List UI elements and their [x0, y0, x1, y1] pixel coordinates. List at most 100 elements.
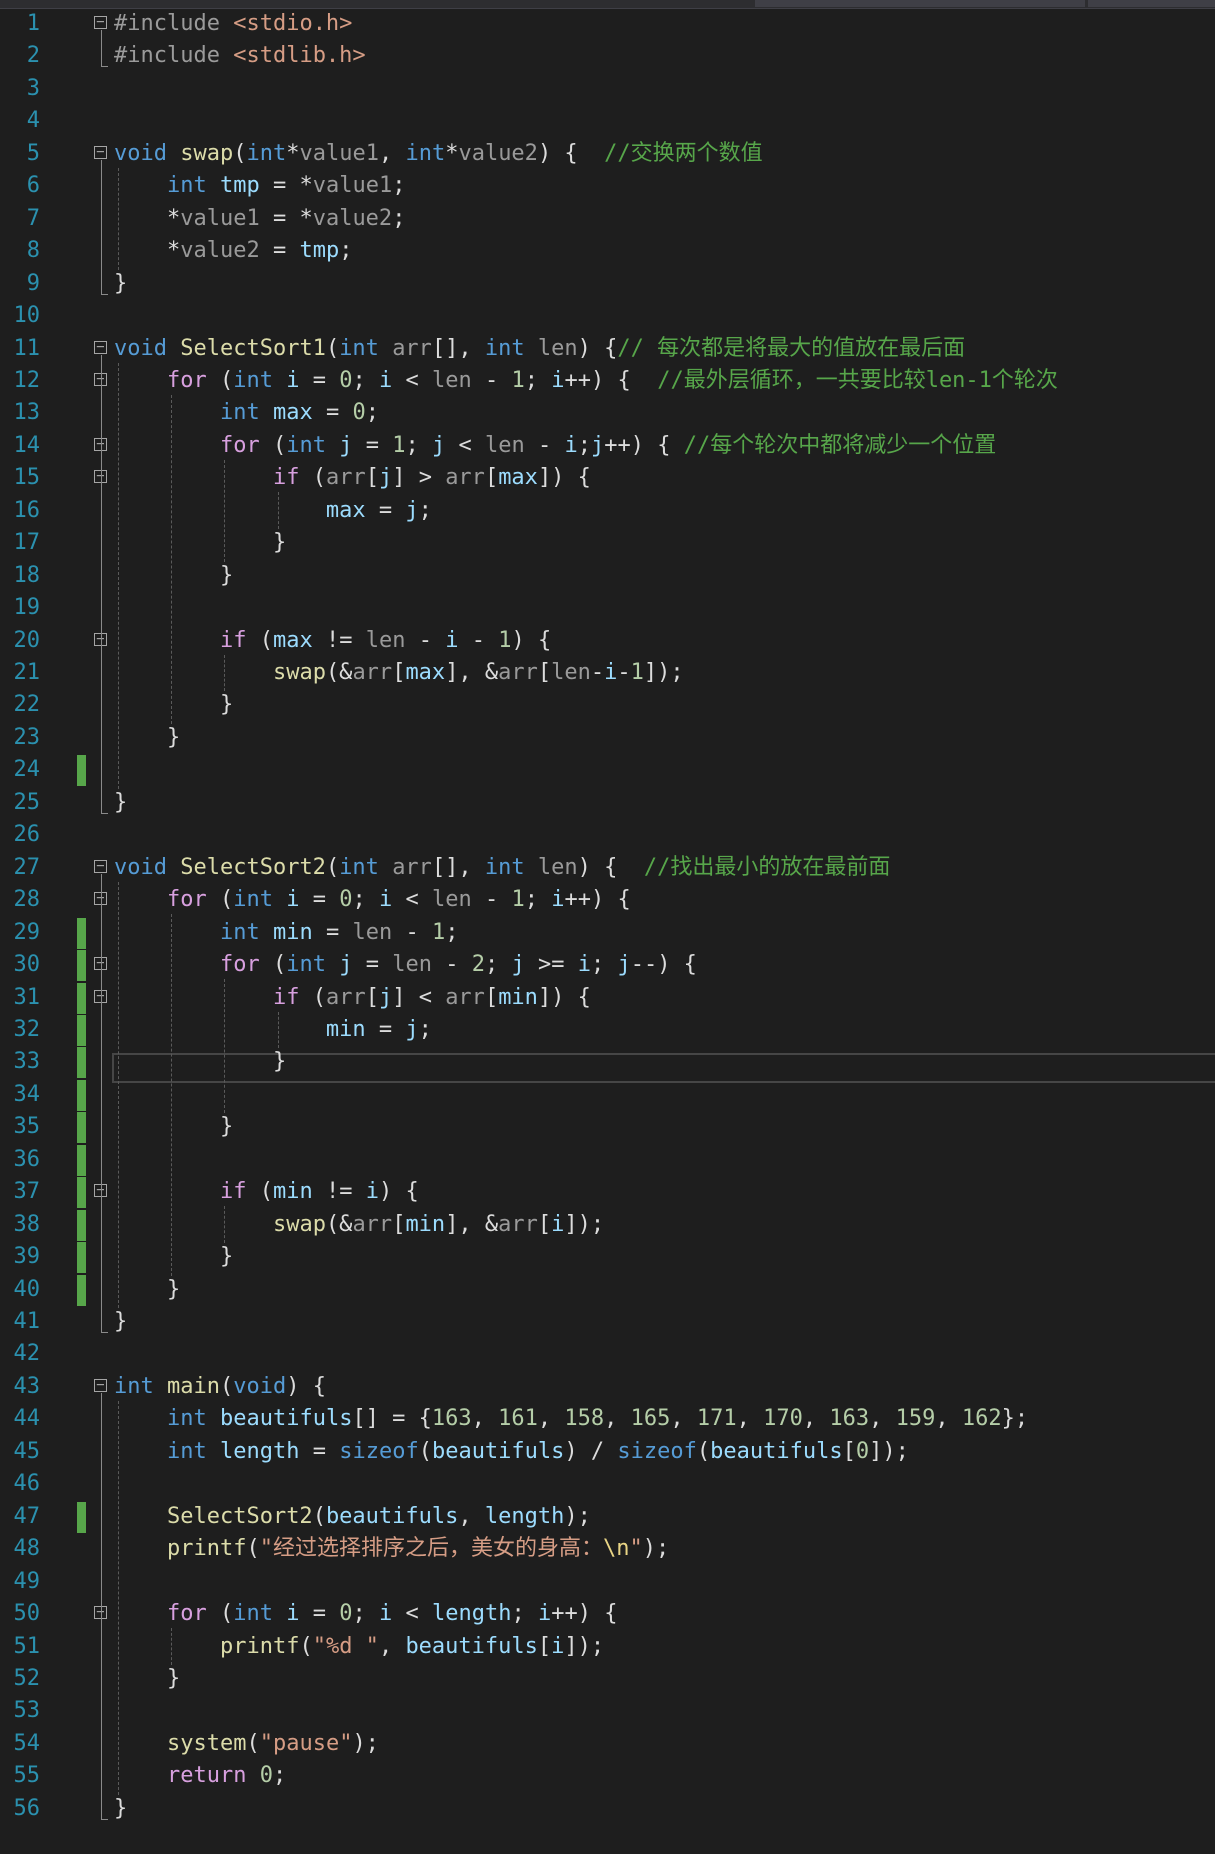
code-line[interactable]: 27− void SelectSort2(int arr[], int len) … [0, 852, 1215, 884]
code-line[interactable]: 47 SelectSort2(beautifuls, length); [0, 1501, 1215, 1533]
code-line[interactable]: 2 #include <stdlib.h> [0, 40, 1215, 72]
code-text[interactable]: if (arr[j] > arr[max]) { [114, 462, 591, 494]
code-line[interactable]: 53 [0, 1695, 1215, 1727]
code-text[interactable]: max = j; [114, 495, 432, 527]
code-line[interactable]: 25} [0, 787, 1215, 819]
code-text[interactable]: void SelectSort2(int arr[], int len) { /… [114, 852, 890, 884]
code-line[interactable]: 26 [0, 819, 1215, 851]
code-line[interactable]: 10 [0, 300, 1215, 332]
code-text[interactable]: } [114, 1306, 127, 1338]
code-line[interactable]: 33 } [0, 1046, 1215, 1079]
code-line[interactable]: 28− for (int i = 0; i < len - 1; i++) { [0, 884, 1215, 916]
code-line[interactable]: 31− if (arr[j] < arr[min]) { [0, 982, 1215, 1014]
code-line[interactable]: 45 int length = sizeof(beautifuls) / siz… [0, 1436, 1215, 1468]
code-line[interactable]: 18 } [0, 560, 1215, 592]
code-text[interactable]: int min = len - 1; [114, 917, 459, 949]
collapse-minus-icon[interactable]: − [94, 15, 107, 29]
code-line[interactable]: 20− if (max != len - i - 1) { [0, 625, 1215, 657]
code-line[interactable]: 46 [0, 1468, 1215, 1500]
code-text[interactable]: void swap(int*value1, int*value2) { //交换… [114, 138, 763, 170]
code-text[interactable]: int tmp = *value1; [114, 170, 405, 202]
code-line[interactable]: 41} [0, 1306, 1215, 1338]
code-line[interactable]: 44 int beautifuls[] = {163, 161, 158, 16… [0, 1403, 1215, 1435]
code-line[interactable]: 16 max = j; [0, 495, 1215, 527]
code-line[interactable]: 52 } [0, 1663, 1215, 1695]
code-text[interactable]: } [114, 1793, 127, 1825]
code-line[interactable]: 43 − int main(void) { [0, 1371, 1215, 1403]
code-line[interactable]: 56} [0, 1793, 1215, 1825]
code-line[interactable]: 32 min = j; [0, 1014, 1215, 1046]
code-text[interactable]: if (max != len - i - 1) { [114, 625, 551, 657]
code-text[interactable]: SelectSort2(beautifuls, length); [114, 1501, 591, 1533]
code-line[interactable]: 55 return 0; [0, 1760, 1215, 1792]
code-line[interactable]: 50− for (int i = 0; i < length; i++) { [0, 1598, 1215, 1630]
code-text[interactable]: } [114, 1241, 233, 1273]
code-line[interactable]: 51 printf("%d ", beautifuls[i]); [0, 1631, 1215, 1663]
code-text[interactable]: for (int i = 0; i < length; i++) { [114, 1598, 617, 1630]
code-text[interactable]: } [114, 1046, 286, 1078]
code-text[interactable]: } [114, 689, 233, 721]
code-text[interactable]: #include <stdlib.h> [114, 40, 366, 72]
code-line[interactable]: 14− for (int j = 1; j < len - i;j++) { /… [0, 430, 1215, 462]
code-line[interactable]: 15− if (arr[j] > arr[max]) { [0, 462, 1215, 494]
code-text[interactable]: #include <stdio.h> [114, 8, 352, 40]
navigation-dropdown[interactable] [1088, 0, 1215, 7]
code-line[interactable]: 8 *value2 = tmp; [0, 235, 1215, 267]
code-text[interactable]: int main(void) { [114, 1371, 326, 1403]
code-line[interactable]: 36 [0, 1144, 1215, 1176]
code-text[interactable]: int length = sizeof(beautifuls) / sizeof… [114, 1436, 909, 1468]
collapse-minus-icon[interactable]: − [94, 340, 107, 354]
code-line[interactable]: 7 *value1 = *value2; [0, 203, 1215, 235]
code-text[interactable]: } [114, 560, 233, 592]
code-text[interactable]: for (int i = 0; i < len - 1; i++) { //最外… [114, 365, 1058, 397]
code-line[interactable]: 1 − #include <stdio.h> [0, 8, 1215, 40]
code-text[interactable]: min = j; [114, 1014, 432, 1046]
code-line[interactable]: 29 int min = len - 1; [0, 917, 1215, 949]
code-text[interactable]: if (arr[j] < arr[min]) { [114, 982, 591, 1014]
code-line[interactable]: 49 [0, 1566, 1215, 1598]
code-line[interactable]: 4 [0, 105, 1215, 137]
code-line[interactable]: 21 swap(&arr[max], &arr[len-i-1]); [0, 657, 1215, 689]
code-text[interactable]: printf("经过选择排序之后，美女的身高：\n"); [114, 1533, 669, 1565]
code-line[interactable]: 17 } [0, 527, 1215, 559]
code-text[interactable]: } [114, 527, 286, 559]
code-line[interactable]: 13 int max = 0; [0, 397, 1215, 429]
code-line[interactable]: 9} [0, 268, 1215, 300]
code-line[interactable]: 3 [0, 73, 1215, 105]
code-line[interactable]: 35 } [0, 1111, 1215, 1144]
code-line[interactable]: 34 [0, 1079, 1215, 1111]
code-text[interactable]: swap(&arr[max], &arr[len-i-1]); [114, 657, 684, 689]
code-line[interactable]: 24 [0, 754, 1215, 787]
code-line[interactable]: 22 } [0, 689, 1215, 721]
code-text[interactable]: swap(&arr[min], &arr[i]); [114, 1209, 604, 1241]
collapse-minus-icon[interactable]: − [94, 145, 107, 159]
code-text[interactable]: return 0; [114, 1760, 286, 1792]
code-line[interactable]: 48 printf("经过选择排序之后，美女的身高：\n"); [0, 1533, 1215, 1565]
code-text[interactable]: } [114, 722, 180, 754]
code-text[interactable]: for (int j = 1; j < len - i;j++) { //每个轮… [114, 430, 996, 462]
code-line[interactable]: 54 system("pause"); [0, 1728, 1215, 1760]
code-editor[interactable]: 1− #include <stdio.h> 2 #include <stdlib.h>… [0, 8, 1215, 1854]
code-line[interactable]: 37− if (min != i) { [0, 1176, 1215, 1209]
code-text[interactable]: } [114, 1274, 180, 1306]
code-line[interactable]: 6 int tmp = *value1; [0, 170, 1215, 202]
document-tab[interactable] [755, 0, 1085, 7]
code-text[interactable]: } [114, 1663, 180, 1695]
code-line[interactable]: 40 } [0, 1274, 1215, 1306]
code-text[interactable]: } [114, 268, 127, 300]
code-text[interactable]: void SelectSort1(int arr[], int len) {//… [114, 333, 965, 365]
collapse-minus-icon[interactable]: − [94, 1378, 107, 1392]
code-text[interactable]: *value2 = tmp; [114, 235, 353, 267]
code-line[interactable]: 39 } [0, 1241, 1215, 1274]
code-text[interactable]: int max = 0; [114, 397, 379, 429]
code-text[interactable]: if (min != i) { [114, 1176, 419, 1208]
code-text[interactable]: *value1 = *value2; [114, 203, 405, 235]
code-text[interactable]: printf("%d ", beautifuls[i]); [114, 1631, 604, 1663]
code-line[interactable]: 42 [0, 1338, 1215, 1370]
code-line[interactable]: 23 } [0, 722, 1215, 754]
code-line[interactable]: 11− void SelectSort1(int arr[], int len) … [0, 333, 1215, 365]
code-line[interactable]: 19 [0, 592, 1215, 624]
code-text[interactable]: } [114, 1111, 233, 1143]
code-text[interactable]: system("pause"); [114, 1728, 379, 1760]
code-line[interactable]: 38 swap(&arr[min], &arr[i]); [0, 1209, 1215, 1241]
